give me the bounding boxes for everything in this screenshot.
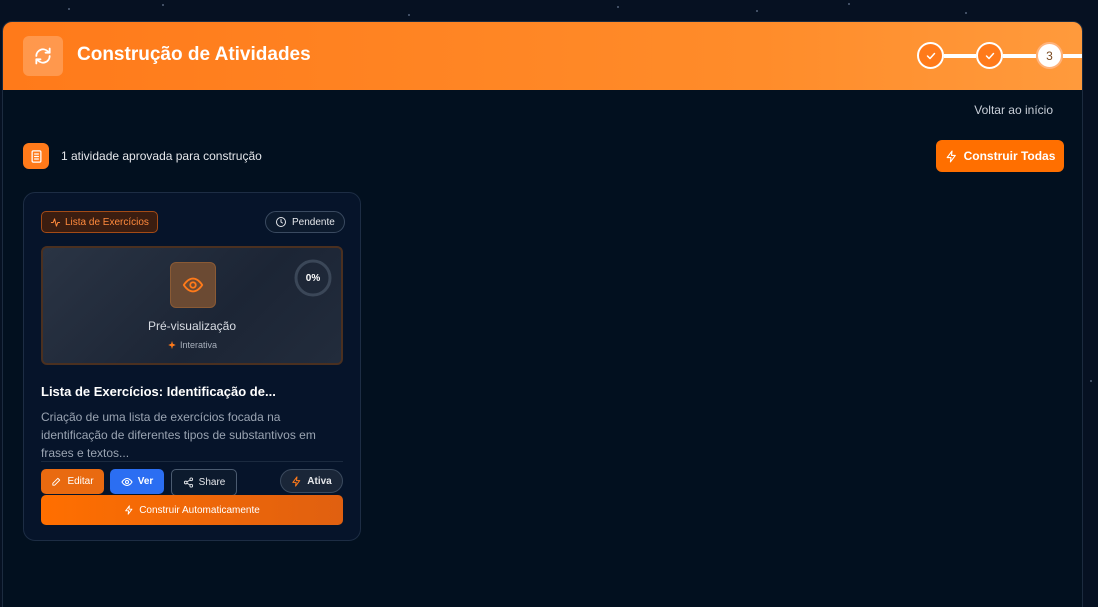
share-label: Share (198, 477, 226, 488)
check-icon (985, 52, 994, 59)
view-button[interactable]: Ver (110, 469, 164, 494)
build-all-label: Construir Todas (963, 149, 1056, 163)
step-1-done (917, 42, 944, 69)
step-connector (1063, 54, 1082, 58)
sparkle-icon (168, 340, 176, 350)
eye-icon (170, 262, 216, 308)
check-icon (926, 52, 935, 59)
activity-preview[interactable]: Pré-visualização Interativa 0% (41, 246, 343, 365)
auto-build-label: Construir Automaticamente (139, 504, 260, 516)
status-badge: Pendente (265, 211, 345, 233)
activity-builder-panel: Construção de Atividades 3 Voltar ao iní… (2, 21, 1083, 607)
active-toggle[interactable]: Ativa (280, 469, 343, 493)
activity-title: Lista de Exercícios: Identificação de... (41, 384, 276, 399)
panel-header: Construção de Atividades 3 (3, 22, 1082, 90)
back-to-start-link[interactable]: Voltar ao início (974, 103, 1053, 117)
activity-type-tag: Lista de Exercícios (41, 211, 158, 233)
approved-count-row: 1 atividade aprovada para construção (23, 143, 262, 169)
eye-icon (121, 477, 133, 486)
step-connector (944, 54, 976, 58)
refresh-icon (23, 36, 63, 76)
page-title: Construção de Atividades (77, 44, 311, 65)
share-icon (183, 477, 193, 488)
progress-stepper: 3 (917, 42, 1082, 70)
activity-card: Lista de Exercícios Pendente Pré-visuali… (23, 192, 361, 541)
build-all-button[interactable]: Construir Todas (936, 140, 1064, 172)
active-label: Ativa (307, 475, 332, 487)
progress-percent: 0% (305, 272, 321, 284)
edit-button[interactable]: Editar (41, 469, 104, 494)
activity-pulse-icon (50, 217, 61, 227)
document-list-icon (23, 143, 49, 169)
share-button[interactable]: Share (171, 469, 237, 496)
pencil-icon (52, 477, 61, 486)
preview-sub-row: Interativa (43, 340, 341, 350)
approved-count-text: 1 atividade aprovada para construção (61, 149, 262, 163)
lightning-icon (292, 475, 301, 487)
auto-build-button[interactable]: Construir Automaticamente (41, 495, 343, 525)
step-connector (1003, 54, 1036, 58)
lightning-icon (125, 505, 133, 515)
activity-type-label: Lista de Exercícios (65, 216, 149, 228)
preview-sub-label: Interativa (179, 340, 218, 350)
lightning-icon (946, 150, 956, 162)
edit-label: Editar (67, 476, 94, 487)
activity-description: Criação de uma lista de exercícios focad… (41, 410, 316, 460)
status-label: Pendente (292, 216, 335, 228)
step-2-done (976, 42, 1003, 69)
step-3-current: 3 (1036, 42, 1063, 69)
view-label: Ver (137, 476, 154, 487)
divider (41, 461, 343, 462)
clock-icon (276, 217, 286, 227)
preview-label: Pré-visualização (147, 319, 237, 333)
